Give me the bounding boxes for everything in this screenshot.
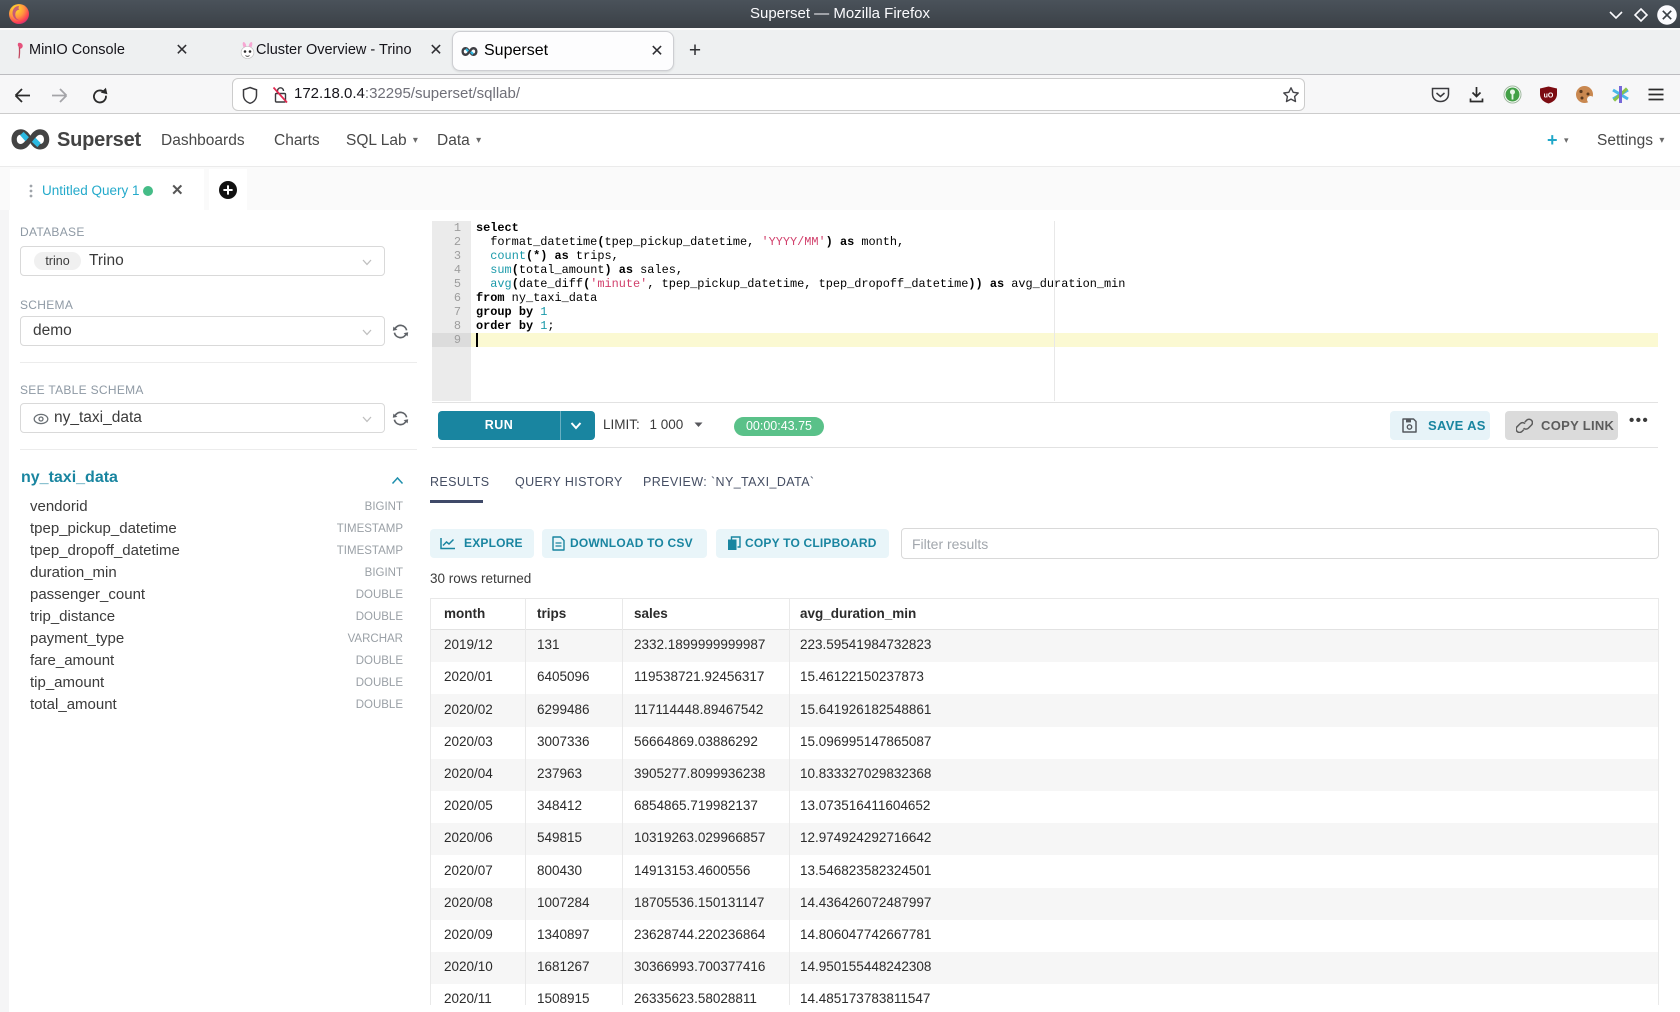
svg-text:uO: uO [1544,93,1554,100]
